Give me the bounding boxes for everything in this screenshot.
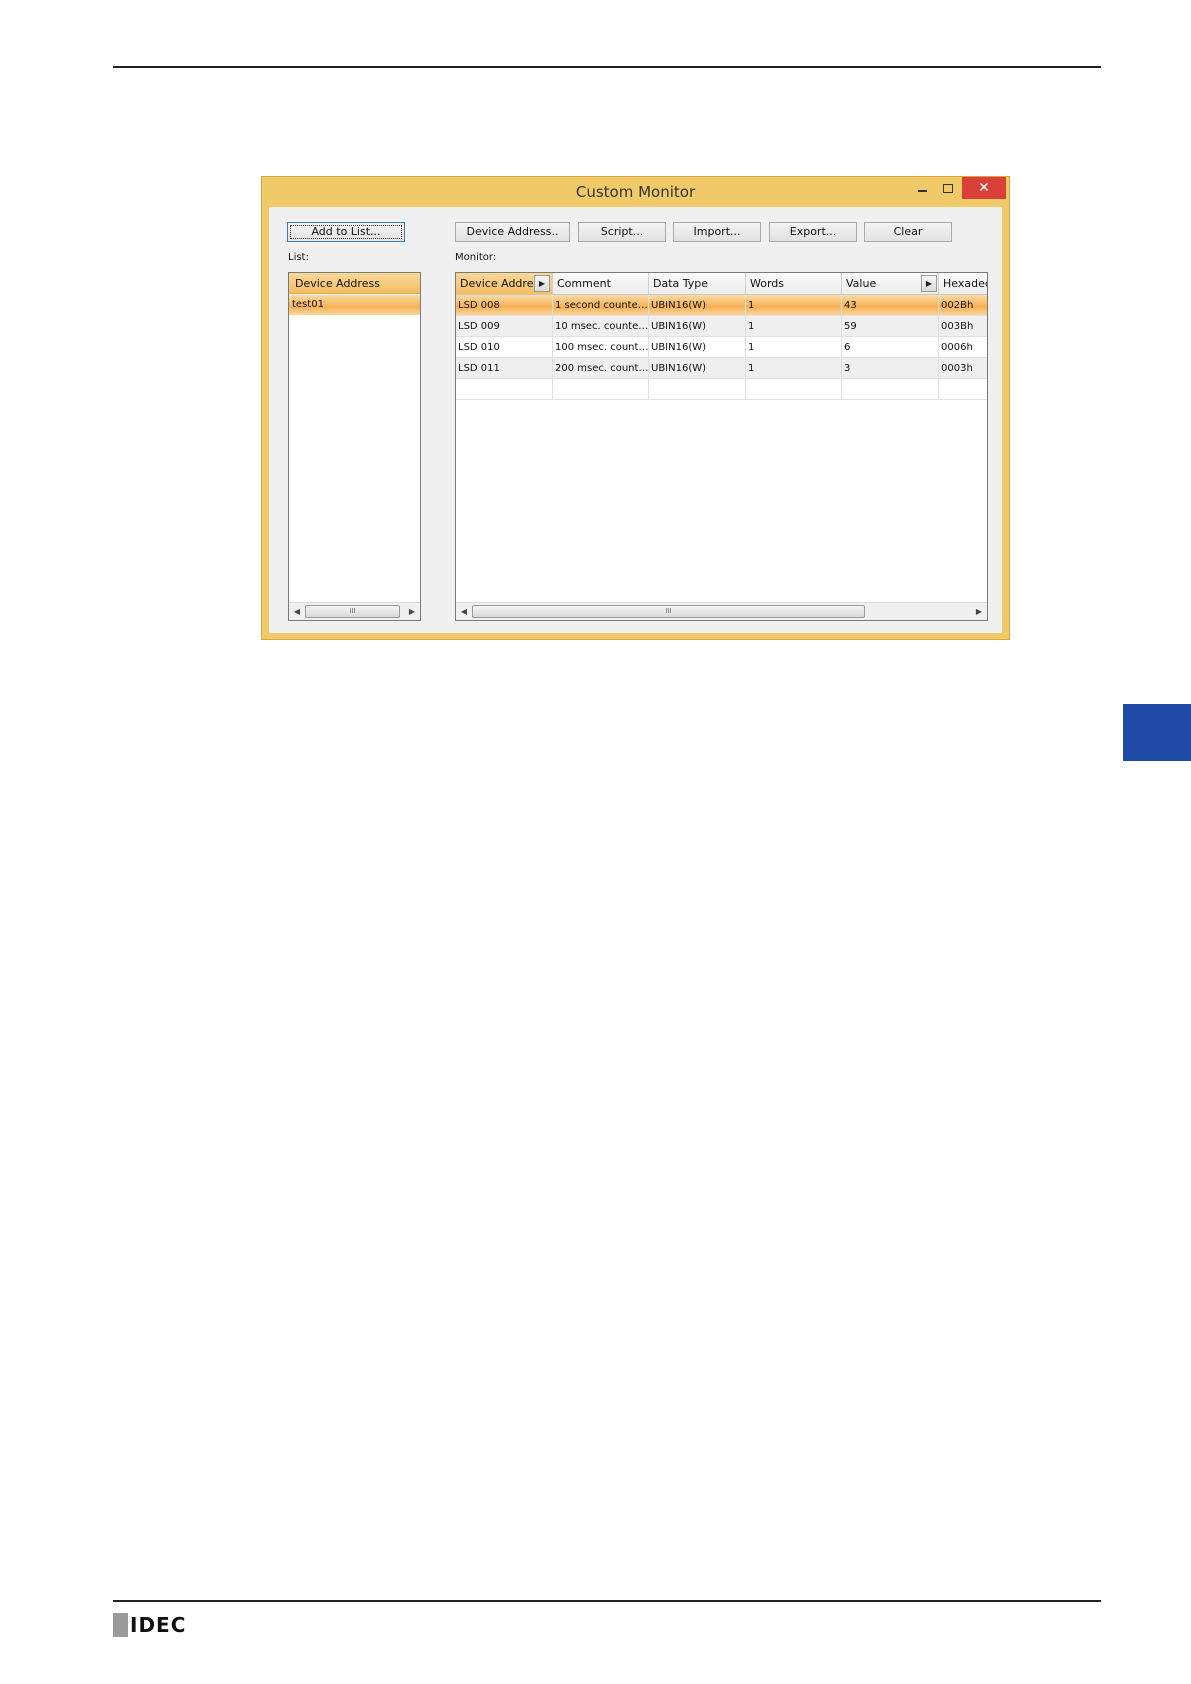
monitor-horizontal-scrollbar[interactable]: ◀ III ▶ [456,602,987,620]
device-address-button[interactable]: Device Address.. [455,222,570,242]
list-label: List: [288,252,309,263]
cell-value: 43 [842,295,939,316]
chapter-tab [1123,704,1191,761]
cell-empty [746,379,842,400]
cell-comment: 200 msec. count… [553,358,649,379]
cell-device-address: LSD 010 [456,337,553,358]
table-row[interactable]: LSD 010 100 msec. count… UBIN16(W) 1 6 0… [456,337,987,358]
minimize-button[interactable] [909,177,935,199]
cell-comment: 10 msec. counte… [553,316,649,337]
cell-empty [456,379,553,400]
column-header-label: Device Address [460,277,545,290]
column-arrow-icon[interactable]: ▶ [534,275,550,292]
cell-hexadecimal: 002Bh [939,295,987,316]
column-header-comment[interactable]: Comment [553,273,649,294]
cell-value: 59 [842,316,939,337]
cell-device-address: LSD 011 [456,358,553,379]
list-header-device-address[interactable]: Device Address [289,273,420,294]
cell-empty [842,379,939,400]
table-row[interactable]: LSD 011 200 msec. count… UBIN16(W) 1 3 0… [456,358,987,379]
clear-button[interactable]: Clear [864,222,952,242]
list-box[interactable]: Device Address test01 ◀ III ▶ [288,272,421,621]
add-to-list-button[interactable]: Add to List... [287,222,405,242]
scroll-right-icon[interactable]: ▶ [405,603,419,620]
idec-logo: IDEC [113,1613,186,1637]
monitor-grid[interactable]: Device Address ▶ Comment Data Type Words… [455,272,988,621]
cell-words: 1 [746,358,842,379]
scroll-left-icon[interactable]: ◀ [457,603,471,620]
title-bar[interactable]: Custom Monitor ✕ [262,177,1009,207]
scroll-thumb[interactable]: III [305,605,400,618]
cell-comment: 100 msec. count… [553,337,649,358]
cell-words: 1 [746,316,842,337]
cell-data-type: UBIN16(W) [649,358,746,379]
column-arrow-icon[interactable]: ▶ [921,275,937,292]
close-button[interactable]: ✕ [962,177,1006,199]
export-button[interactable]: Export... [769,222,857,242]
list-item[interactable]: test01 [289,295,420,315]
table-row-empty[interactable] [456,379,987,400]
header-rule [113,66,1101,68]
cell-data-type: UBIN16(W) [649,295,746,316]
cell-empty [553,379,649,400]
cell-hexadecimal: 003Bh [939,316,987,337]
cell-hexadecimal: 0006h [939,337,987,358]
footer-rule [113,1600,1101,1602]
cell-device-address: LSD 009 [456,316,553,337]
cell-value: 6 [842,337,939,358]
cell-words: 1 [746,337,842,358]
scroll-right-icon[interactable]: ▶ [972,603,986,620]
custom-monitor-window: Custom Monitor ✕ Add to List... Device A… [261,176,1010,640]
window-client: Add to List... Device Address.. Script..… [269,207,1002,633]
column-header-data-type[interactable]: Data Type [649,273,746,294]
cell-value: 3 [842,358,939,379]
scroll-thumb[interactable]: III [472,605,865,618]
maximize-button[interactable] [935,177,961,199]
minimize-icon [917,190,927,192]
cell-empty [649,379,746,400]
table-row[interactable]: LSD 008 1 second counte… UBIN16(W) 1 43 … [456,295,987,316]
window-title: Custom Monitor [575,183,696,201]
column-header-hexadecimal[interactable]: Hexadecir [939,273,987,294]
maximize-icon [943,183,953,193]
logo-mark [113,1613,128,1637]
column-header-words[interactable]: Words [746,273,842,294]
grid-header: Device Address ▶ Comment Data Type Words… [456,273,987,295]
import-button[interactable]: Import... [673,222,761,242]
script-button[interactable]: Script... [578,222,666,242]
list-horizontal-scrollbar[interactable]: ◀ III ▶ [289,602,420,620]
cell-data-type: UBIN16(W) [649,337,746,358]
scroll-left-icon[interactable]: ◀ [290,603,304,620]
table-row[interactable]: LSD 009 10 msec. counte… UBIN16(W) 1 59 … [456,316,987,337]
cell-comment: 1 second counte… [553,295,649,316]
logo-text: IDEC [130,1613,187,1637]
cell-data-type: UBIN16(W) [649,316,746,337]
close-icon: ✕ [978,180,990,196]
cell-empty [939,379,987,400]
cell-device-address: LSD 008 [456,295,553,316]
monitor-label: Monitor: [455,252,497,263]
cell-words: 1 [746,295,842,316]
cell-hexadecimal: 0003h [939,358,987,379]
